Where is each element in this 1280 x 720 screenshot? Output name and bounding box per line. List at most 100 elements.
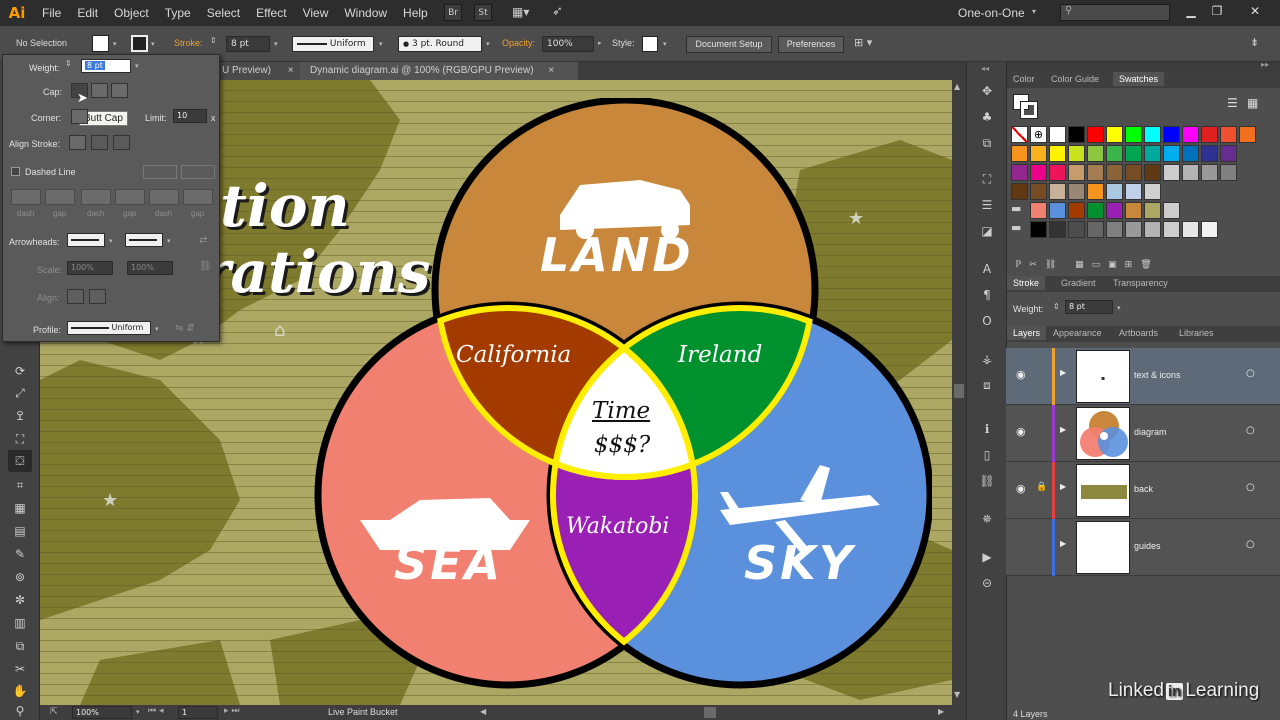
paragraph-icon[interactable]: ¶ <box>977 288 997 306</box>
color-swatch[interactable] <box>1182 221 1199 238</box>
brush-definition-select[interactable]: ● 3 pt. Round <box>398 36 482 52</box>
color-swatch[interactable] <box>1011 183 1028 200</box>
vertical-scrollbar[interactable]: ▲ ▼ <box>952 80 966 705</box>
graphic-style-swatch[interactable] <box>642 36 658 52</box>
color-swatch[interactable] <box>1087 202 1104 219</box>
tab-color[interactable]: Color <box>1013 74 1035 84</box>
bridge-button[interactable]: Br <box>444 4 462 21</box>
tab-previous-document[interactable]: U Preview) × <box>212 62 300 80</box>
swap-arrowheads-icon[interactable]: ⇄ <box>199 235 207 246</box>
color-swatch[interactable] <box>1106 164 1123 181</box>
menu-effect[interactable]: Effect <box>248 6 294 20</box>
attributes-icon[interactable]: ✵ <box>977 512 997 530</box>
menu-file[interactable]: File <box>34 6 69 20</box>
tab-layers[interactable]: Layers <box>1007 326 1047 340</box>
perspective-grid-tool-icon[interactable]: ⌗ <box>8 474 32 496</box>
panel-weight-dropdown-icon[interactable]: ▾ <box>1117 304 1121 312</box>
color-swatch[interactable] <box>1144 183 1161 200</box>
navigator-icon[interactable]: ⊝ <box>977 576 997 594</box>
tab-gradient[interactable]: Gradient <box>1061 278 1096 288</box>
miter-limit-field[interactable]: 10 <box>173 109 207 123</box>
collapse-panel-icon[interactable]: ▸▸ <box>1261 60 1269 69</box>
color-swatch[interactable] <box>1068 145 1085 162</box>
panel-weight-stepper-icon[interactable]: ⇕ <box>1053 302 1060 311</box>
color-swatch[interactable] <box>1030 145 1047 162</box>
info-icon[interactable]: ℹ <box>977 422 997 440</box>
target-circle-icon[interactable]: ○ <box>1246 539 1255 550</box>
warp-tool-icon[interactable]: ߐ <box>8 405 32 427</box>
color-swatch[interactable] <box>1163 202 1180 219</box>
preferences-button[interactable]: Preferences <box>778 36 844 53</box>
color-swatch[interactable] <box>1163 164 1180 181</box>
zoom-dropdown-icon[interactable]: ▾ <box>136 708 140 716</box>
link-scale-icon[interactable]: ⛓ <box>199 261 212 272</box>
tab-close-icon[interactable]: × <box>548 65 554 76</box>
visibility-eye-icon[interactable]: ◉ <box>1016 368 1026 381</box>
color-swatch[interactable] <box>1049 221 1066 238</box>
color-swatch[interactable] <box>1144 221 1161 238</box>
menu-edit[interactable]: Edit <box>69 6 106 20</box>
stroke-weight-field[interactable]: 8 pt <box>226 36 270 52</box>
color-swatch[interactable] <box>1163 126 1180 143</box>
color-swatch[interactable] <box>1125 202 1142 219</box>
asset-export-icon[interactable]: ⧈ <box>977 378 997 396</box>
dashed-line-checkbox[interactable] <box>11 167 20 176</box>
end-scale-field[interactable]: 100% <box>127 261 173 275</box>
blend-tool-icon[interactable]: ⊚ <box>8 566 32 588</box>
hscroll-thumb[interactable] <box>704 707 716 718</box>
color-swatch[interactable] <box>1220 126 1237 143</box>
menu-help[interactable]: Help <box>395 6 436 20</box>
scroll-left-icon[interactable]: ◀ <box>480 707 486 716</box>
color-swatch[interactable] <box>1049 164 1066 181</box>
end-arrowhead-select[interactable] <box>125 233 163 247</box>
color-swatch[interactable] <box>1182 145 1199 162</box>
color-swatch[interactable]: ▬ <box>1011 202 1028 219</box>
color-swatch[interactable] <box>1163 145 1180 162</box>
color-swatch[interactable] <box>1087 126 1104 143</box>
tab-close-icon[interactable]: × <box>288 65 294 76</box>
arrow-tip-place-button[interactable] <box>89 289 106 304</box>
fill-dropdown-icon[interactable]: ▾ <box>113 40 117 48</box>
align-center-button[interactable] <box>69 135 86 150</box>
hand-tool-icon[interactable]: ✋ <box>8 680 32 702</box>
opacity-slider-icon[interactable]: ▸ <box>598 39 602 47</box>
document-info-icon[interactable]: ▯ <box>977 448 997 466</box>
color-swatch[interactable] <box>1106 126 1123 143</box>
expand-triangle-icon[interactable]: ▶ <box>1060 425 1066 434</box>
weight-field[interactable]: 8 pt <box>81 59 131 73</box>
scroll-up-icon[interactable]: ▲ <box>954 82 960 91</box>
stroke-stepper-icon[interactable]: ⇕ <box>210 36 217 45</box>
thumbnail-view-icon[interactable]: ▦ <box>1247 96 1258 110</box>
swatch-toolbar-icons[interactable]: ℙ✂⛓ ▦▭▣⊞🗑 <box>1015 260 1160 270</box>
arrange-documents-icon[interactable]: ▦▾ <box>512 5 529 19</box>
symbols-icon[interactable]: ♣ <box>977 110 997 128</box>
artboard-number-field[interactable]: 1 <box>178 706 218 719</box>
target-circle-icon[interactable]: ○ <box>1246 425 1255 436</box>
color-swatch[interactable] <box>1144 202 1161 219</box>
gradient-tool-icon[interactable]: ▤ <box>8 520 32 542</box>
start-arrowhead-select[interactable] <box>67 233 105 247</box>
color-swatch[interactable] <box>1239 126 1256 143</box>
tab-libraries[interactable]: Libraries <box>1179 328 1214 338</box>
links-icon[interactable]: ⛓ <box>977 474 997 492</box>
scroll-thumb[interactable] <box>954 384 964 398</box>
start-arrowhead-dropdown-icon[interactable]: ▾ <box>109 237 113 245</box>
dash-field-1[interactable] <box>11 189 41 205</box>
graph-tool-icon[interactable]: ▥ <box>8 612 32 634</box>
color-swatch[interactable] <box>1049 126 1066 143</box>
color-swatch[interactable] <box>1068 221 1085 238</box>
live-paint-bucket-tool-icon[interactable]: ⛋ <box>8 450 32 472</box>
color-swatch[interactable]: ▬ <box>1011 221 1028 238</box>
color-swatch[interactable] <box>1201 221 1218 238</box>
stroke-indicator[interactable] <box>1020 101 1038 119</box>
scroll-down-icon[interactable]: ▼ <box>954 690 960 699</box>
minimize-icon[interactable]: ▁ <box>1178 4 1204 18</box>
scale-tool-icon[interactable]: ⤢ <box>8 382 32 404</box>
color-swatch[interactable] <box>1087 145 1104 162</box>
color-swatch[interactable] <box>1068 202 1085 219</box>
color-swatch[interactable] <box>1068 126 1085 143</box>
stroke-weight-dropdown-icon[interactable]: ▾ <box>274 40 278 48</box>
color-swatch[interactable] <box>1220 164 1237 181</box>
color-swatch[interactable] <box>1106 145 1123 162</box>
document-setup-button[interactable]: Document Setup <box>686 36 772 53</box>
